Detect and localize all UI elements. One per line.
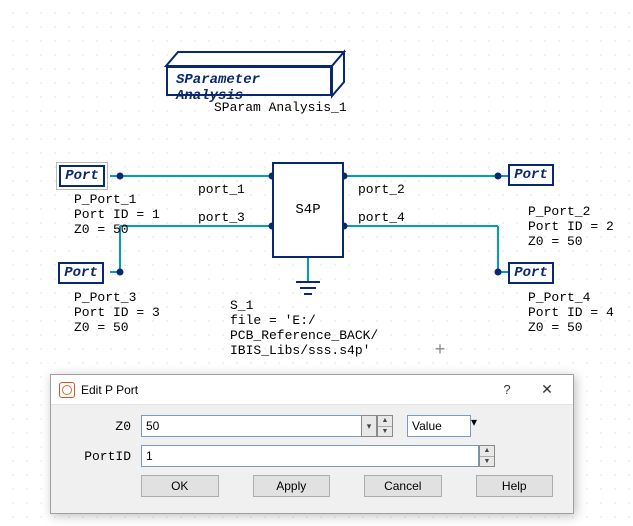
s4p-port2-label: port_2: [358, 182, 405, 197]
p4-name: P_Port_4: [528, 290, 590, 305]
port-p2[interactable]: Port: [508, 164, 554, 186]
dialog-title: Edit P Port: [81, 383, 487, 397]
p1-name: P_Port_1: [74, 192, 136, 207]
port-p3[interactable]: Port: [58, 262, 104, 284]
app-icon: [59, 382, 75, 398]
help-button[interactable]: Help: [476, 475, 554, 497]
help-icon[interactable]: ?: [487, 376, 527, 404]
s4p-port3-label: port_3: [198, 210, 245, 225]
edit-p-port-dialog: Edit P Port ? ✕ Z0 ▾ ▲ ▼ ▾ PortID ▲ ▼: [50, 374, 574, 514]
p4-id: Port ID = 4: [528, 305, 614, 320]
z0-mode-select[interactable]: [407, 415, 471, 437]
z0-mode-dropdown-icon[interactable]: ▾: [471, 415, 477, 437]
portid-stepper[interactable]: ▲ ▼: [479, 445, 495, 467]
cancel-button[interactable]: Cancel: [364, 475, 442, 497]
p2-z0: Z0 = 50: [528, 234, 583, 249]
s4p-port4-label: port_4: [358, 210, 405, 225]
chevron-up-icon[interactable]: ▲: [378, 416, 392, 427]
port-p1[interactable]: Port: [56, 162, 108, 190]
portid-label: PortID: [71, 449, 141, 464]
dialog-titlebar[interactable]: Edit P Port ? ✕: [51, 375, 573, 405]
s4p-instance-label: S_1: [230, 298, 253, 313]
p4-z0: Z0 = 50: [528, 320, 583, 335]
sparameter-analysis-block[interactable]: SParameter Analysis: [166, 66, 332, 96]
port-glyph: Port: [514, 265, 548, 281]
portid-input[interactable]: [141, 445, 479, 467]
z0-dropdown-icon[interactable]: ▾: [361, 415, 377, 437]
port-glyph: Port: [64, 265, 98, 281]
p3-name: P_Port_3: [74, 290, 136, 305]
p1-id: Port ID = 1: [74, 207, 160, 222]
apply-button[interactable]: Apply: [253, 475, 331, 497]
chevron-down-icon[interactable]: ▼: [378, 427, 392, 437]
p2-id: Port ID = 2: [528, 219, 614, 234]
analysis-instance-label: SParam Analysis_1: [214, 100, 347, 115]
s4p-file-label: file = 'E:/ PCB_Reference_BACK/ IBIS_Lib…: [230, 313, 378, 358]
s4p-port1-label: port_1: [198, 182, 245, 197]
port-glyph: Port: [514, 167, 548, 183]
p2-name: P_Port_2: [528, 204, 590, 219]
s4p-label: S4P: [295, 202, 320, 218]
crosshair-cursor-icon: +: [430, 340, 450, 360]
port-p4[interactable]: Port: [508, 262, 554, 284]
p3-id: Port ID = 3: [74, 305, 160, 320]
close-icon[interactable]: ✕: [527, 376, 567, 404]
ok-button[interactable]: OK: [141, 475, 219, 497]
chevron-up-icon[interactable]: ▲: [480, 446, 494, 457]
z0-stepper[interactable]: ▲ ▼: [377, 415, 393, 437]
z0-input[interactable]: [141, 415, 361, 437]
p3-z0: Z0 = 50: [74, 320, 129, 335]
z0-label: Z0: [71, 419, 141, 434]
chevron-down-icon[interactable]: ▼: [480, 457, 494, 467]
s4p-block[interactable]: S4P: [272, 162, 344, 258]
port-glyph: Port: [65, 168, 99, 184]
p1-z0: Z0 = 50: [74, 222, 129, 237]
